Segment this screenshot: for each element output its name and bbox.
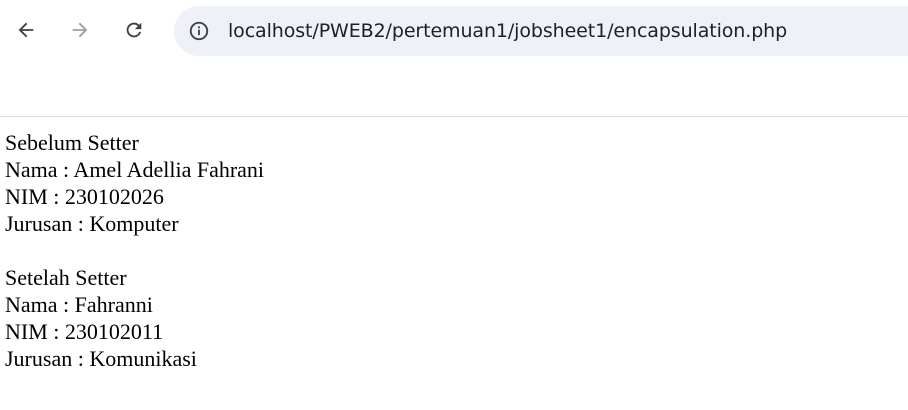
info-circle-icon[interactable]: [186, 18, 212, 44]
before-setter-section: Sebelum Setter Nama : Amel Adellia Fahra…: [5, 129, 908, 237]
page-content: Sebelum Setter Nama : Amel Adellia Fahra…: [0, 117, 908, 372]
before-nama: Nama : Amel Adellia Fahrani: [5, 157, 265, 182]
before-heading: Sebelum Setter: [5, 130, 139, 155]
after-setter-section: Setelah Setter Nama : Fahranni NIM : 230…: [5, 264, 908, 372]
before-jurusan: Jurusan : Komputer: [5, 211, 179, 236]
after-heading: Setelah Setter: [5, 265, 127, 290]
address-bar[interactable]: localhost/PWEB2/pertemuan1/jobsheet1/enc…: [174, 6, 908, 56]
after-jurusan: Jurusan : Komunikasi: [5, 346, 197, 371]
browser-toolbar: localhost/PWEB2/pertemuan1/jobsheet1/enc…: [0, 0, 908, 117]
url-text[interactable]: localhost/PWEB2/pertemuan1/jobsheet1/enc…: [228, 20, 787, 42]
reload-button[interactable]: [116, 12, 152, 48]
arrow-forward-icon: [69, 19, 91, 41]
before-nim: NIM : 230102026: [5, 184, 164, 209]
back-button[interactable]: [8, 12, 44, 48]
arrow-back-icon: [15, 19, 37, 41]
forward-button[interactable]: [62, 12, 98, 48]
after-nim: NIM : 230102011: [5, 319, 164, 344]
after-nama: Nama : Fahranni: [5, 292, 153, 317]
reload-icon: [123, 19, 145, 41]
